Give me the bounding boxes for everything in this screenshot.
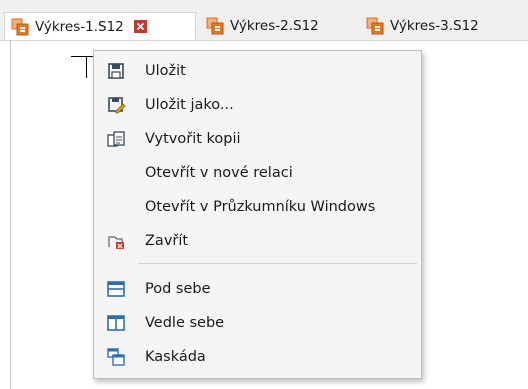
tab-vykres-3[interactable]: Výkres-3.S12 bbox=[360, 12, 520, 40]
crosshair-cursor bbox=[86, 56, 87, 78]
menu-item-tile-horizontal[interactable]: Pod sebe bbox=[94, 272, 421, 306]
copy-icon bbox=[107, 131, 125, 147]
menu-item-save[interactable]: Uložit bbox=[94, 54, 421, 88]
crosshair-cursor bbox=[71, 56, 93, 57]
menu-item-label: Kaskáda bbox=[145, 349, 206, 365]
tab-context-menu: Uložit Uložit jako... Vytvořit kopii Ote… bbox=[93, 50, 422, 379]
save-icon bbox=[108, 63, 124, 79]
document-area-border bbox=[10, 40, 11, 389]
tab-vykres-2[interactable]: Výkres-2.S12 bbox=[200, 12, 355, 40]
menu-item-label: Otevřít v nové relaci bbox=[145, 165, 293, 181]
menu-item-label: Zavřít bbox=[145, 233, 189, 249]
cascade-icon bbox=[107, 348, 125, 366]
menu-item-label: Pod sebe bbox=[145, 281, 211, 297]
menu-item-label: Uložit jako... bbox=[145, 97, 234, 113]
menu-item-tile-vertical[interactable]: Vedle sebe bbox=[94, 306, 421, 340]
menu-item-open-in-explorer[interactable]: Otevřít v Průzkumníku Windows bbox=[94, 190, 421, 224]
tab-vykres-1[interactable]: Výkres-1.S12 bbox=[4, 12, 196, 40]
menu-item-cascade[interactable]: Kaskáda bbox=[94, 340, 421, 374]
menu-separator bbox=[139, 263, 417, 264]
tab-label: Výkres-1.S12 bbox=[35, 18, 124, 35]
close-tab-icon bbox=[108, 236, 124, 249]
menu-item-label: Otevřít v Průzkumníku Windows bbox=[145, 199, 376, 215]
drawing-file-icon bbox=[366, 17, 384, 35]
drawing-file-icon bbox=[11, 18, 29, 35]
menu-item-save-as[interactable]: Uložit jako... bbox=[94, 88, 421, 122]
tile-horizontal-icon bbox=[107, 281, 125, 297]
tile-vertical-icon bbox=[107, 315, 125, 331]
menu-item-label: Vytvořit kopii bbox=[145, 131, 241, 147]
document-tab-strip: Výkres-1.S12 Výkres-2.S12 Výkres-3.S12 bbox=[0, 0, 528, 41]
menu-item-create-copy[interactable]: Vytvořit kopii bbox=[94, 122, 421, 156]
drawing-file-icon bbox=[206, 17, 224, 35]
tab-label: Výkres-2.S12 bbox=[230, 18, 319, 34]
menu-item-label: Uložit bbox=[145, 63, 186, 79]
menu-item-close[interactable]: Zavřít bbox=[94, 224, 421, 258]
save-as-icon bbox=[108, 97, 126, 114]
menu-item-label: Vedle sebe bbox=[145, 315, 225, 331]
menu-item-open-new-session[interactable]: Otevřít v nové relaci bbox=[94, 156, 421, 190]
close-icon[interactable] bbox=[133, 20, 147, 33]
tab-label: Výkres-3.S12 bbox=[390, 18, 479, 34]
